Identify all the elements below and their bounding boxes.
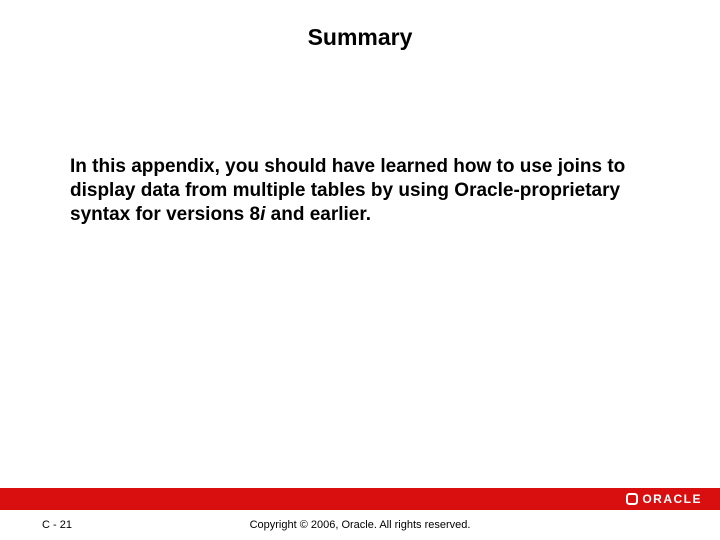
slide: Summary In this appendix, you should hav… [0,0,720,540]
body-suffix: and earlier. [265,204,371,225]
oracle-wordmark: ORACLE [642,492,702,506]
oracle-logo: ORACLE [626,492,702,506]
slide-title: Summary [0,24,720,51]
brand-bar: ORACLE [0,488,720,510]
oracle-o-icon [626,493,638,505]
copyright-text: Copyright © 2006, Oracle. All rights res… [0,519,720,531]
footer: C - 21 Copyright © 2006, Oracle. All rig… [0,510,720,540]
summary-body: In this appendix, you should have learne… [70,155,660,226]
